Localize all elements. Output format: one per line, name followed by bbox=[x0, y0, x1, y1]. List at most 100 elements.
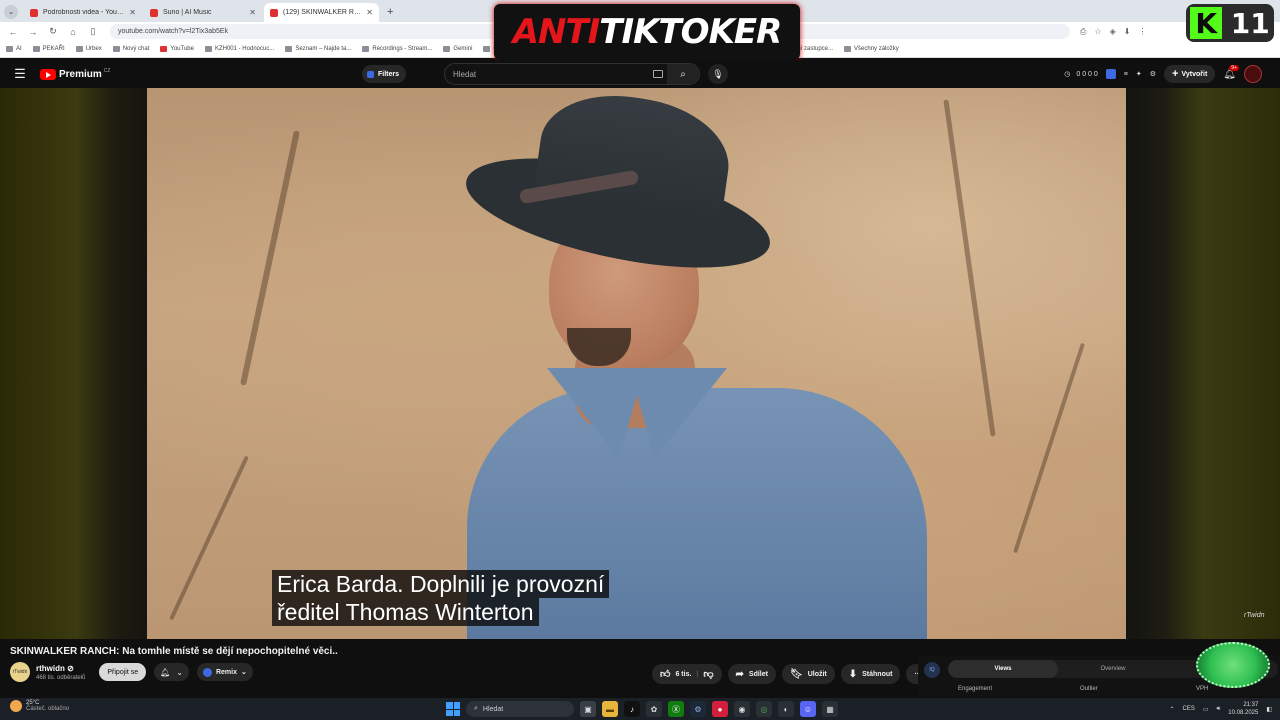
weather-widget[interactable]: 25°C Částeč. oblačno bbox=[10, 700, 69, 712]
video-player[interactable]: Erica Barda. Doplnili je provozní ředite… bbox=[0, 88, 1280, 639]
folder-icon bbox=[483, 46, 491, 52]
browser-tab[interactable]: Podrobnosti videa - YouTube S ✕ bbox=[24, 3, 142, 22]
github-icon[interactable]: ◉ bbox=[734, 701, 750, 717]
folder-icon bbox=[204, 46, 212, 52]
channel-info: rthwidn ⊘ 468 tis. odběratelů bbox=[36, 664, 85, 681]
calculator-icon[interactable]: ▦ bbox=[822, 701, 838, 717]
reload-icon[interactable]: ↻ bbox=[46, 26, 60, 37]
keyboard-icon[interactable] bbox=[653, 70, 663, 78]
create-button[interactable]: + Vytvořit bbox=[1164, 65, 1216, 83]
notifications-button[interactable]: 🔔︎ 9+ bbox=[1223, 64, 1239, 80]
subtitle-line: ředitel Thomas Winterton bbox=[272, 598, 539, 626]
url-text: youtube.com/watch?v=l2Tix3ab5Ek bbox=[118, 28, 229, 35]
join-button[interactable]: Připojit se bbox=[99, 663, 147, 681]
clock[interactable]: 21:37 10.08.2025 bbox=[1228, 701, 1258, 717]
search-input[interactable]: Hledat ⌕ bbox=[444, 63, 700, 85]
thumbs-down-icon[interactable]: 👎︎ bbox=[703, 668, 713, 680]
file-explorer-icon[interactable]: ▬ bbox=[602, 701, 618, 717]
home-icon[interactable]: ⌂ bbox=[66, 27, 80, 37]
bookmark-item[interactable]: Gemini bbox=[443, 46, 472, 52]
youtube-logo[interactable]: Premium CZ bbox=[40, 68, 110, 80]
youtube-play-icon bbox=[40, 68, 56, 80]
xbox-icon[interactable]: Ⓧ bbox=[668, 701, 684, 717]
tab-overview[interactable]: Overview bbox=[1058, 666, 1168, 672]
language-indicator[interactable]: CES bbox=[1183, 706, 1195, 712]
star-icon[interactable]: ☆ bbox=[1094, 27, 1101, 37]
folder-icon bbox=[6, 46, 13, 52]
bookmark-item[interactable]: KZH001 - Hodnocuc... bbox=[204, 46, 275, 52]
rock-texture bbox=[943, 99, 996, 437]
system-tray: ⌃ CES ▭ 🔊︎ 21:37 10.08.2025 ◧ bbox=[1169, 701, 1272, 717]
notification-center-icon[interactable]: ◧ bbox=[1266, 706, 1272, 713]
steam-icon[interactable]: ⚙ bbox=[690, 701, 706, 717]
like-count[interactable]: 6 tis. bbox=[675, 671, 691, 678]
taskbar-search[interactable]: ⌕ Hledat bbox=[466, 701, 574, 717]
subscriber-count: 468 tis. odběratelů bbox=[36, 674, 86, 681]
volume-icon[interactable]: 🔊︎ bbox=[1217, 706, 1221, 713]
close-tab-icon[interactable]: ✕ bbox=[129, 8, 136, 17]
search-button[interactable]: ⌕ bbox=[667, 64, 699, 84]
menu-icon[interactable]: ⋮ bbox=[1138, 27, 1146, 37]
bookmark-item[interactable]: Nový chat bbox=[112, 46, 149, 52]
bookmark-item[interactable]: Urbex bbox=[75, 46, 102, 52]
list-icon[interactable]: ≡ bbox=[1124, 71, 1128, 78]
bookmark-label: Seznam – Najde ta... bbox=[295, 46, 352, 52]
sidebar-icon[interactable]: ▯ bbox=[86, 26, 100, 37]
tiktok-icon[interactable]: ♪ bbox=[624, 701, 640, 717]
browser-tab-active[interactable]: (129) SKINWALKER RANCH ✕ bbox=[264, 3, 379, 22]
voice-search-button[interactable]: 🎙︎ bbox=[708, 64, 728, 84]
youtube-favicon-icon bbox=[160, 46, 168, 52]
channel-avatar[interactable]: rTwidn bbox=[10, 662, 30, 682]
bookmark-label: KZH001 - Hodnocuc... bbox=[214, 46, 275, 52]
date: 10.08.2025 bbox=[1228, 710, 1259, 716]
record-app-icon[interactable]: ● bbox=[712, 701, 728, 717]
chevron-up-icon[interactable]: ⌃ bbox=[1169, 706, 1174, 713]
hamburger-menu-icon[interactable]: ☰ bbox=[0, 66, 40, 82]
subscription-bell-button[interactable]: 🔔︎ ⌄ bbox=[154, 663, 189, 681]
settings-gear-icon[interactable]: ⚙ bbox=[1150, 70, 1156, 78]
tab-menu-button[interactable]: ⌄ bbox=[4, 5, 18, 19]
chrome-icon[interactable]: ◎ bbox=[756, 701, 772, 717]
back-icon[interactable]: ← bbox=[6, 27, 20, 37]
bookmark-item[interactable]: AI bbox=[6, 46, 22, 52]
share-button[interactable]: ➦ Sdílet bbox=[727, 664, 776, 684]
bookmark-label: Recordings - Stream... bbox=[372, 46, 433, 52]
download-icon[interactable]: ⬇ bbox=[1124, 27, 1131, 37]
bookmark-item[interactable]: Všechny záložky bbox=[844, 46, 899, 52]
download-button[interactable]: ⬇ Stáhnout bbox=[840, 664, 901, 684]
folder-icon bbox=[75, 46, 83, 52]
account-avatar[interactable] bbox=[1244, 65, 1262, 83]
folder-icon bbox=[285, 46, 293, 52]
filters-icon bbox=[367, 70, 374, 78]
translate-icon[interactable]: ⎙ bbox=[1080, 27, 1086, 37]
extension-puzzle-icon[interactable]: ✦ bbox=[1136, 70, 1142, 78]
bookmark-item[interactable]: Seznam – Najde ta... bbox=[285, 46, 351, 52]
iq-extension-icon[interactable] bbox=[1105, 69, 1116, 79]
chatgpt-icon[interactable]: ✿ bbox=[646, 701, 662, 717]
bookmark-item[interactable]: PEKAŘI bbox=[32, 46, 65, 52]
discord-icon[interactable]: ☺ bbox=[800, 701, 816, 717]
create-label: Vytvořit bbox=[1181, 70, 1208, 78]
bookmark-item[interactable]: YouTube bbox=[160, 46, 194, 52]
folder-icon bbox=[362, 46, 370, 52]
bookmark-item[interactable]: Recordings - Stream... bbox=[362, 46, 432, 52]
channel-name[interactable]: rthwidn ⊘ bbox=[36, 664, 85, 673]
browser-tab[interactable]: Suno | AI Music ✕ bbox=[144, 3, 262, 22]
close-tab-icon[interactable]: ✕ bbox=[249, 8, 256, 17]
save-button[interactable]: 🔖︎ Uložit bbox=[781, 664, 835, 684]
search-placeholder: Hledat bbox=[453, 69, 477, 79]
forward-icon[interactable]: → bbox=[26, 27, 40, 37]
app-icon[interactable]: ◐ bbox=[778, 701, 794, 717]
header-stats-values: 0 0 0 0 bbox=[1076, 70, 1098, 78]
thumbs-up-icon[interactable]: 👍︎ bbox=[660, 668, 670, 680]
tab-label: Suno | AI Music bbox=[163, 9, 212, 16]
extension-icon[interactable]: ◈ bbox=[1110, 27, 1116, 37]
task-view-icon[interactable]: ▣ bbox=[580, 701, 596, 717]
filters-button[interactable]: Filters bbox=[362, 65, 406, 83]
tab-views[interactable]: Views bbox=[948, 660, 1058, 678]
close-tab-icon[interactable]: ✕ bbox=[366, 8, 373, 17]
remix-button[interactable]: Remix ⌄ bbox=[196, 663, 253, 681]
network-icon[interactable]: ▭ bbox=[1203, 706, 1209, 713]
start-menu-icon[interactable] bbox=[446, 702, 460, 716]
new-tab-button[interactable]: + bbox=[387, 6, 393, 18]
